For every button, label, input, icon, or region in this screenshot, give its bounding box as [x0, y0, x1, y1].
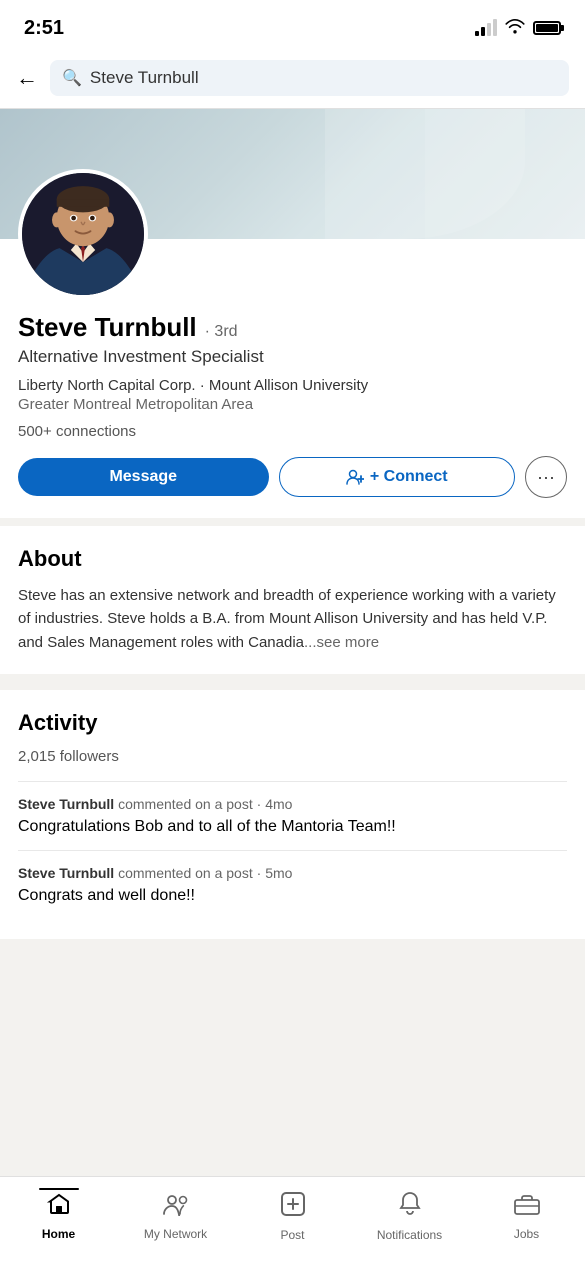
signal-icon — [475, 20, 497, 36]
post-label: Post — [280, 1228, 304, 1242]
more-icon: ··· — [537, 467, 555, 488]
about-title: About — [18, 546, 567, 572]
back-button[interactable]: ← — [16, 65, 38, 91]
search-bar: ← 🔍 Steve Turnbull — [0, 52, 585, 109]
activity-title: Activity — [18, 710, 567, 736]
about-content: Steve has an extensive network and bread… — [18, 587, 556, 651]
action-buttons: Message + Connect ··· — [18, 456, 567, 498]
about-text: Steve has an extensive network and bread… — [18, 584, 567, 654]
post-icon — [280, 1191, 306, 1224]
profile-title: Alternative Investment Specialist — [18, 347, 567, 367]
divider-2 — [0, 674, 585, 682]
more-button[interactable]: ··· — [525, 456, 567, 498]
followers-count: 2,015 followers — [18, 748, 567, 765]
wifi-icon — [505, 18, 525, 39]
notifications-icon — [398, 1191, 422, 1224]
bottom-nav: Home My Network Post — [0, 1176, 585, 1266]
activity-author-1: Steve Turnbull — [18, 796, 114, 812]
activity-time-1: 4mo — [265, 796, 292, 812]
name-row: Steve Turnbull · 3rd — [18, 312, 567, 343]
my-network-icon — [162, 1192, 190, 1223]
activity-item: Steve Turnbull commented on a post · 4mo… — [18, 781, 567, 850]
avatar — [18, 169, 148, 299]
activity-content-2: Congrats and well done!! — [18, 887, 567, 905]
activity-time-2: 5mo — [265, 865, 292, 881]
status-time: 2:51 — [24, 17, 64, 40]
activity-attribution-1: Steve Turnbull commented on a post · 4mo — [18, 796, 567, 812]
home-icon — [46, 1192, 72, 1223]
company-name: Liberty North Capital Corp. — [18, 377, 196, 394]
profile-location: Greater Montreal Metropolitan Area — [18, 396, 567, 413]
nav-item-home[interactable]: Home — [0, 1188, 117, 1241]
nav-item-post[interactable]: Post — [234, 1187, 351, 1242]
search-input-value: Steve Turnbull — [90, 68, 199, 88]
profile-name: Steve Turnbull — [18, 312, 197, 343]
activity-item-2: Steve Turnbull commented on a post · 5mo… — [18, 850, 567, 919]
nav-active-indicator — [39, 1188, 79, 1190]
connect-button[interactable]: + Connect — [279, 457, 516, 497]
university-name: Mount Allison University — [209, 377, 368, 394]
activity-attribution-2: Steve Turnbull commented on a post · 5mo — [18, 865, 567, 881]
profile-info: Steve Turnbull · 3rd Alternative Investm… — [0, 300, 585, 498]
activity-content-1: Congratulations Bob and to all of the Ma… — [18, 818, 567, 836]
status-icons — [475, 18, 561, 39]
jobs-icon — [513, 1192, 541, 1223]
search-input-wrapper[interactable]: 🔍 Steve Turnbull — [50, 60, 569, 96]
nav-item-notifications[interactable]: Notifications — [351, 1187, 468, 1242]
search-icon: 🔍 — [62, 68, 82, 88]
connections-count: 500+ connections — [18, 423, 567, 440]
status-bar: 2:51 — [0, 0, 585, 52]
connect-icon — [346, 469, 364, 485]
message-button[interactable]: Message — [18, 458, 269, 496]
my-network-label: My Network — [144, 1227, 207, 1241]
profile-meta: Liberty North Capital Corp. · Mount Alli… — [18, 377, 567, 394]
battery-icon — [533, 21, 561, 35]
about-section: About Steve has an extensive network and… — [0, 526, 585, 674]
nav-item-jobs[interactable]: Jobs — [468, 1188, 585, 1241]
divider-1 — [0, 518, 585, 526]
jobs-label: Jobs — [514, 1227, 539, 1241]
see-more-link[interactable]: ...see more — [304, 634, 379, 651]
connect-label: + Connect — [370, 468, 448, 486]
activity-author-2: Steve Turnbull — [18, 865, 114, 881]
activity-section: Activity 2,015 followers Steve Turnbull … — [0, 690, 585, 939]
activity-dot-2: · — [257, 865, 266, 881]
home-label: Home — [42, 1227, 75, 1241]
activity-dot-1: · — [257, 796, 266, 812]
profile-header: Steve Turnbull · 3rd Alternative Investm… — [0, 109, 585, 518]
connection-degree: · 3rd — [205, 323, 238, 341]
nav-item-my-network[interactable]: My Network — [117, 1188, 234, 1241]
notifications-label: Notifications — [377, 1228, 442, 1242]
separator: · — [200, 377, 209, 394]
